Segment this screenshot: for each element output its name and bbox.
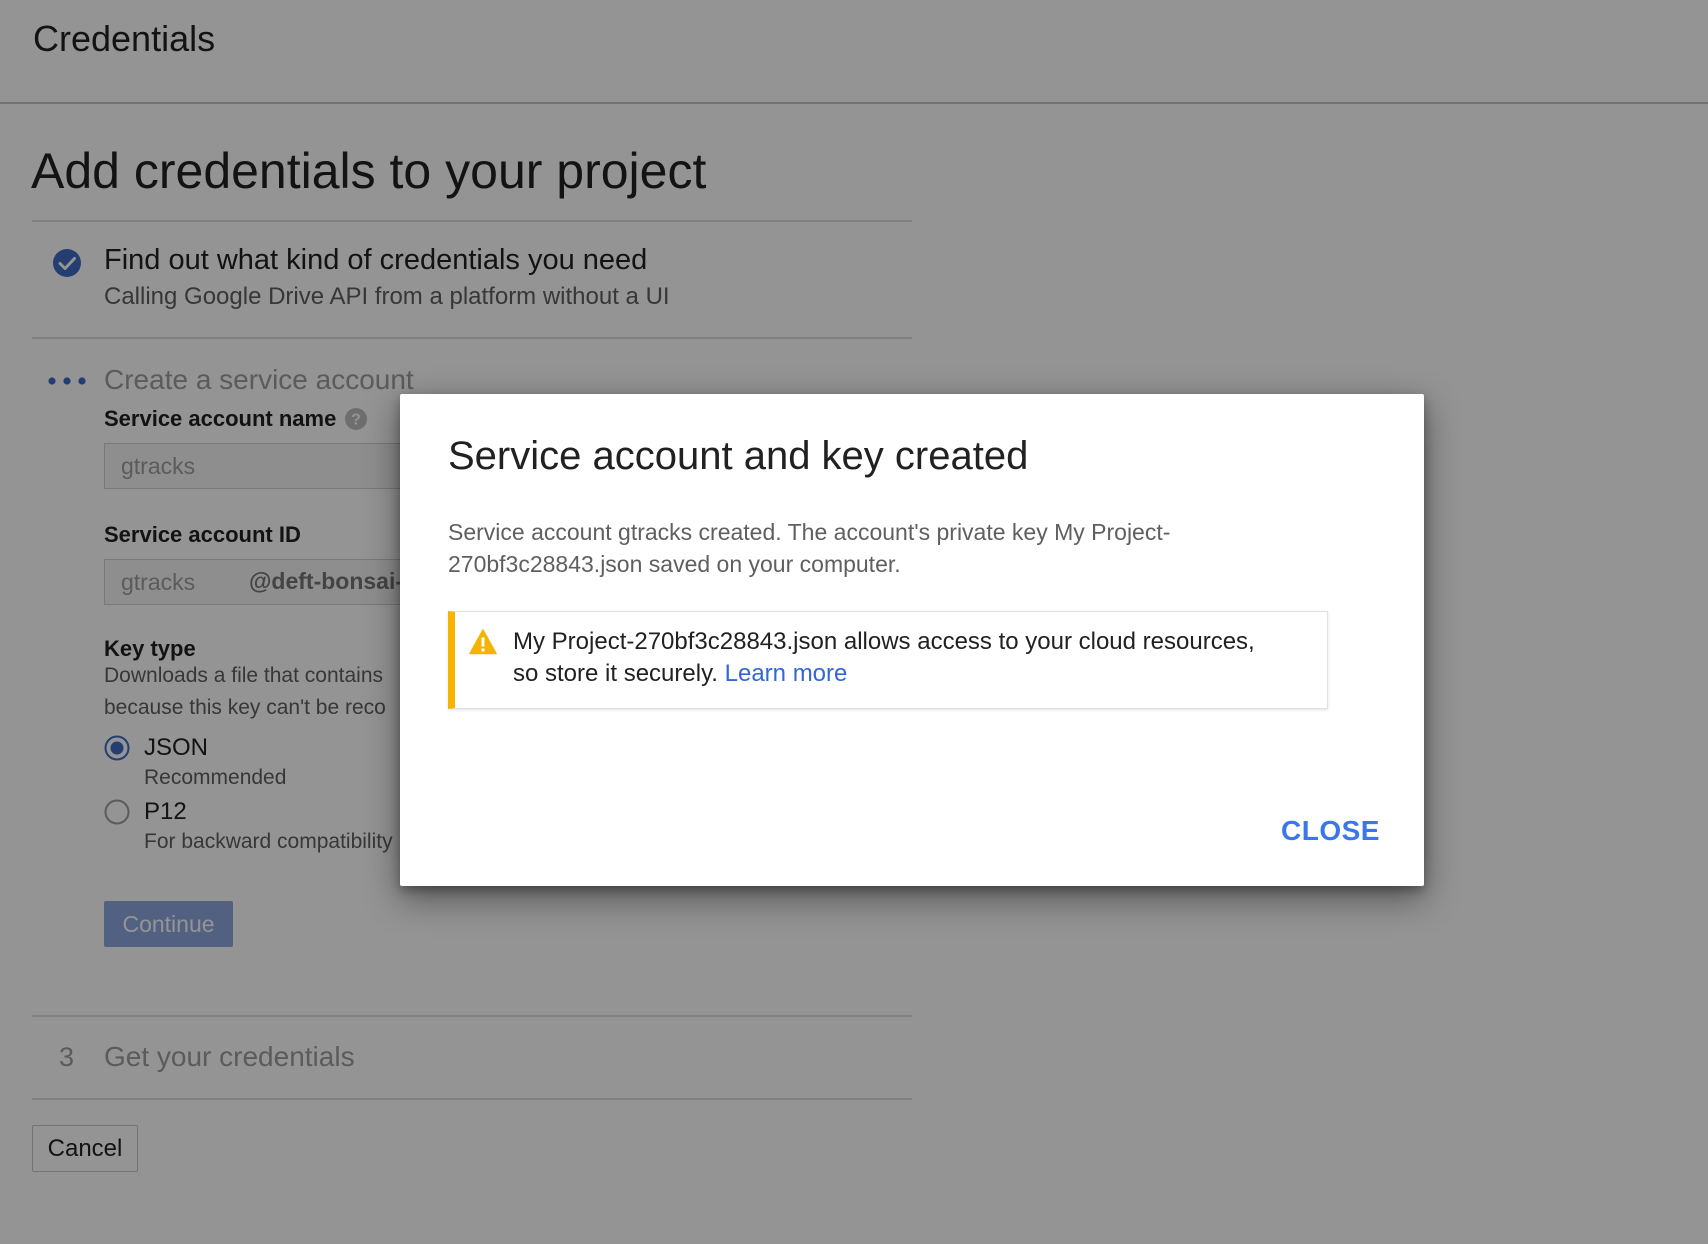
- warning-text-part: so store it securely.: [513, 660, 718, 687]
- dialog-body: Service account gtracks created. The acc…: [448, 516, 1268, 580]
- warning-text: My Project-270bf3c28843.json allows acce…: [513, 626, 1303, 690]
- close-button[interactable]: CLOSE: [1281, 815, 1380, 847]
- warning-box: My Project-270bf3c28843.json allows acce…: [448, 611, 1328, 709]
- warning-icon: [469, 629, 497, 655]
- learn-more-link[interactable]: Learn more: [725, 660, 848, 687]
- key-created-dialog: Service account and key created Service …: [400, 394, 1424, 886]
- dialog-body-line: Service account gtracks created. The acc…: [448, 519, 1171, 545]
- dialog-title: Service account and key created: [448, 434, 1029, 478]
- credentials-page: Credentials Add credentials to your proj…: [0, 0, 1708, 1244]
- warning-text-line: so store it securely. Learn more: [513, 658, 1303, 690]
- warning-text-line: My Project-270bf3c28843.json allows acce…: [513, 628, 1255, 655]
- dialog-body-line: 270bf3c28843.json saved on your computer…: [448, 551, 901, 577]
